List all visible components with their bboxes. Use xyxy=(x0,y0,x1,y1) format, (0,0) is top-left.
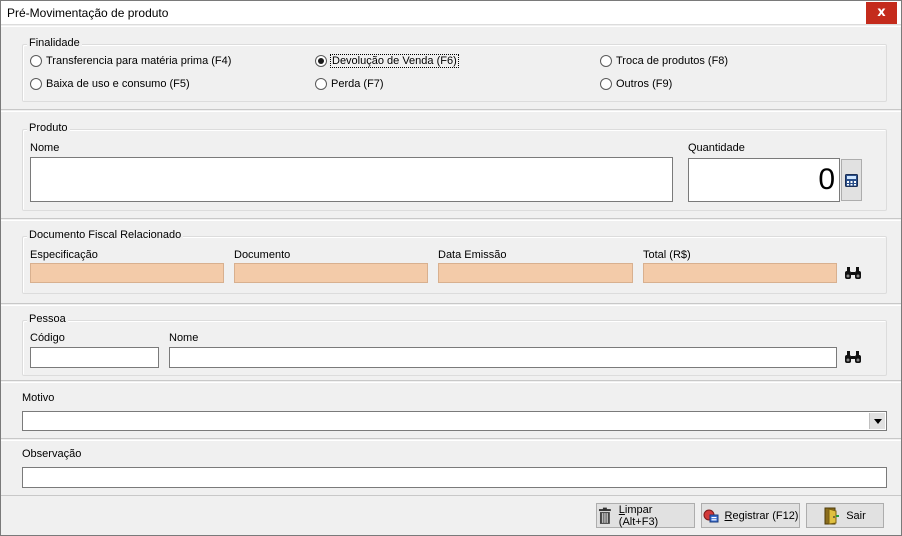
radio-circle xyxy=(30,78,42,90)
produto-legend: Produto xyxy=(27,122,70,134)
motivo-select[interactable] xyxy=(22,411,887,431)
motivo-label: Motivo xyxy=(22,392,55,404)
close-icon: x xyxy=(877,5,886,20)
produto-nome-field[interactable] xyxy=(30,157,673,202)
radio-transferencia[interactable]: Transferencia para matéria prima (F4) xyxy=(30,53,231,69)
dropdown-button[interactable] xyxy=(869,413,885,429)
pessoa-legend: Pessoa xyxy=(27,313,68,325)
radio-perda[interactable]: Perda (F7) xyxy=(315,76,384,92)
register-icon xyxy=(703,509,718,522)
pessoa-nome-label: Nome xyxy=(169,332,199,344)
limpar-label: Limpar (Alt+F3) xyxy=(619,504,694,528)
radio-circle xyxy=(315,78,327,90)
pessoa-panel: Pessoa Código Nome xyxy=(1,305,901,381)
sair-label: Sair xyxy=(846,509,866,522)
title-bar[interactable]: Pré-Movimentação de produto x xyxy=(1,1,901,25)
radio-circle xyxy=(600,78,612,90)
radio-circle-selected xyxy=(315,55,327,67)
documento-label: Documento xyxy=(234,249,291,261)
data-emissao-label: Data Emissão xyxy=(438,249,507,261)
limpar-label-rest: impar (Alt+F3) xyxy=(618,503,659,528)
quantidade-value: 0 xyxy=(818,163,835,196)
quantidade-field[interactable]: 0 xyxy=(688,158,840,202)
radio-label: Perda (F7) xyxy=(331,78,384,90)
radio-label: Devolução de Venda (F6) xyxy=(330,54,459,68)
registrar-label: Registrar (F12) xyxy=(725,510,799,522)
codigo-field[interactable] xyxy=(30,347,159,368)
produto-panel: Produto Nome Quantidade 0 xyxy=(1,111,901,219)
documento-panel: Documento Fiscal Relacionado Especificaç… xyxy=(1,220,901,304)
radio-label: Troca de produtos (F8) xyxy=(616,55,729,67)
chevron-down-icon xyxy=(873,418,882,424)
radio-label: Outros (F9) xyxy=(616,78,673,90)
total-field xyxy=(643,263,837,283)
pre-movimentacao-window: Pré-Movimentação de produto x Finalidade… xyxy=(0,0,902,536)
binoculars-icon[interactable] xyxy=(844,350,862,364)
radio-devolucao-venda[interactable]: Devolução de Venda (F6) xyxy=(315,53,459,69)
pessoa-nome-field[interactable] xyxy=(169,347,837,368)
radio-baixa-uso-consumo[interactable]: Baixa de uso e consumo (F5) xyxy=(30,76,190,92)
trash-icon xyxy=(598,507,611,524)
especificacao-label: Especificação xyxy=(30,249,98,261)
motivo-panel: Motivo xyxy=(1,382,901,439)
registrar-label-rest: egistrar (F12) xyxy=(732,509,799,522)
produto-nome-label: Nome xyxy=(30,142,60,154)
radio-outros[interactable]: Outros (F9) xyxy=(600,76,672,92)
sair-button[interactable]: Sair xyxy=(806,503,884,528)
exit-door-icon xyxy=(824,507,840,525)
registrar-button[interactable]: Registrar (F12) xyxy=(701,503,800,528)
binoculars-icon[interactable] xyxy=(844,266,862,280)
window-title: Pré-Movimentação de produto xyxy=(7,6,169,20)
especificacao-field xyxy=(30,263,224,283)
close-button[interactable]: x xyxy=(866,2,897,24)
finalidade-legend: Finalidade xyxy=(27,37,82,49)
radio-troca-produtos[interactable]: Troca de produtos (F8) xyxy=(600,53,728,69)
calculator-button[interactable] xyxy=(841,159,862,201)
radio-circle xyxy=(600,55,612,67)
finalidade-panel: Finalidade Transferencia para matéria pr… xyxy=(1,26,901,110)
total-label: Total (R$) xyxy=(643,249,691,261)
codigo-label: Código xyxy=(30,332,65,344)
observacao-field[interactable] xyxy=(22,467,887,488)
radio-circle xyxy=(30,55,42,67)
calculator-icon xyxy=(845,173,858,187)
quantidade-label: Quantidade xyxy=(688,142,745,154)
limpar-button[interactable]: Limpar (Alt+F3) xyxy=(596,503,695,528)
observacao-panel: Observação xyxy=(1,440,901,496)
radio-label: Transferencia para matéria prima (F4) xyxy=(46,55,232,67)
documento-field xyxy=(234,263,428,283)
documento-legend: Documento Fiscal Relacionado xyxy=(27,229,184,241)
observacao-label: Observação xyxy=(22,448,82,460)
data-emissao-field xyxy=(438,263,633,283)
radio-label: Baixa de uso e consumo (F5) xyxy=(46,78,190,90)
